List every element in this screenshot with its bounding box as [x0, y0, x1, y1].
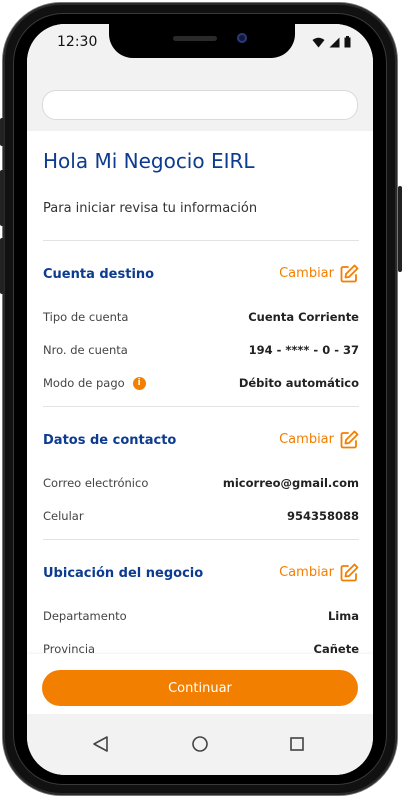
row-value-correo: micorreo@gmail.com — [222, 476, 359, 490]
row-value-tipo-de-cuenta: Cuenta Corriente — [248, 310, 359, 324]
wifi-icon — [312, 37, 325, 47]
change-cuenta-destino-button[interactable]: Cambiar — [279, 264, 359, 283]
side-button-power — [398, 186, 402, 272]
side-button-volume-up — [0, 170, 4, 226]
row-label-departamento: Departamento — [43, 609, 127, 623]
front-camera-icon — [237, 33, 247, 43]
browser-toolbar — [27, 64, 373, 131]
row-value-celular: 954358088 — [286, 509, 359, 523]
android-nav-bar — [27, 714, 373, 775]
info-icon[interactable]: i — [132, 376, 146, 390]
phone-screen: 12:30 Hola Mi Negocio EIRL Para iniciar … — [27, 24, 373, 775]
row-value-modo-de-pago: Débito automático — [238, 376, 359, 390]
side-button-upper — [0, 118, 4, 146]
row-value-departamento: Lima — [327, 609, 359, 623]
address-bar[interactable] — [42, 90, 358, 120]
back-triangle-icon[interactable] — [89, 732, 113, 756]
battery-icon — [344, 36, 351, 48]
page-subtitle: Para iniciar revisa tu información — [43, 201, 258, 216]
section-title-ubicacion: Ubicación del negocio — [43, 566, 204, 581]
status-time: 12:30 — [57, 34, 98, 50]
speaker-grille — [173, 36, 217, 41]
edit-icon — [340, 563, 359, 582]
row-label-modo-de-pago-wrapper: Modo de pago i — [43, 376, 146, 390]
status-bar: 12:30 — [27, 24, 373, 64]
row-label-tipo-de-cuenta: Tipo de cuenta — [43, 310, 129, 324]
continue-button[interactable]: Continuar — [42, 670, 358, 706]
bottom-action-bar: Continuar — [27, 654, 373, 714]
row-label-celular: Celular — [43, 509, 84, 523]
row-label-nro-de-cuenta: Nro. de cuenta — [43, 343, 128, 357]
change-ubicacion-button[interactable]: Cambiar — [279, 563, 359, 582]
change-datos-de-contacto-button[interactable]: Cambiar — [279, 430, 359, 449]
cellular-signal-icon — [329, 37, 340, 47]
change-button-label: Cambiar — [279, 432, 334, 447]
edit-icon — [340, 264, 359, 283]
row-label-modo-de-pago: Modo de pago — [43, 376, 125, 390]
row-label-correo: Correo electrónico — [43, 476, 149, 490]
change-button-label: Cambiar — [279, 565, 334, 580]
home-circle-icon[interactable] — [188, 732, 212, 756]
section-title-cuenta-destino: Cuenta destino — [43, 267, 155, 282]
divider — [43, 406, 359, 407]
notch — [109, 24, 295, 58]
divider — [43, 240, 359, 241]
status-icons — [312, 36, 351, 48]
row-value-nro-de-cuenta: 194 - **** - 0 - 37 — [248, 343, 359, 357]
side-button-volume-down — [0, 238, 4, 294]
edit-icon — [340, 430, 359, 449]
section-title-datos-de-contacto: Datos de contacto — [43, 433, 177, 448]
divider — [43, 539, 359, 540]
page-title: Hola Mi Negocio EIRL — [43, 149, 255, 173]
recents-square-icon[interactable] — [285, 732, 309, 756]
change-button-label: Cambiar — [279, 266, 334, 281]
